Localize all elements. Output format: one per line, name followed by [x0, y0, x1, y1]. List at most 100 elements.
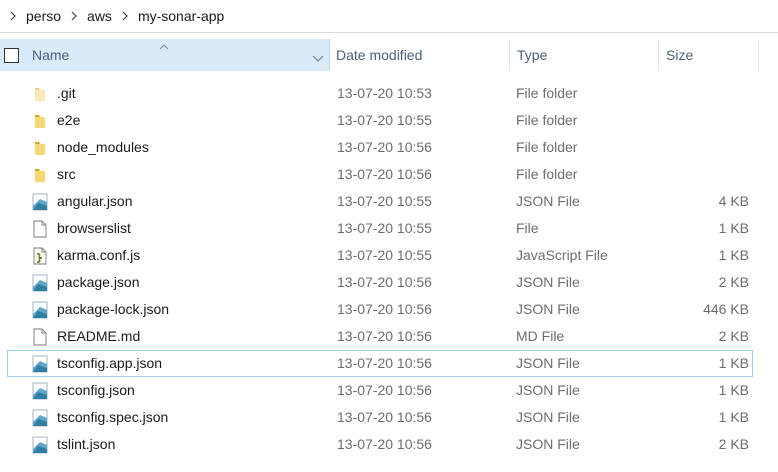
breadcrumb-item-my-sonar-app[interactable]: my-sonar-app	[132, 6, 230, 26]
file-date-modified: 13-07-20 10:56	[337, 328, 432, 344]
file-type: JSON File	[516, 301, 580, 317]
file-date-modified: 13-07-20 10:55	[337, 112, 432, 128]
chevron-right-icon[interactable]	[118, 6, 132, 26]
file-date-modified: 13-07-20 10:56	[337, 436, 432, 452]
file-name: package.json	[57, 274, 140, 290]
file-row[interactable]: tsconfig.json 13-07-20 10:56 JSON File 1 KB	[0, 377, 778, 404]
file-date-modified: 13-07-20 10:55	[337, 247, 432, 263]
file-date-modified: 13-07-20 10:53	[337, 85, 432, 101]
file-type: JSON File	[516, 382, 580, 398]
file-name: node_modules	[57, 139, 149, 155]
file-name: browserslist	[57, 220, 131, 236]
file-date-modified: 13-07-20 10:56	[337, 409, 432, 425]
file-size: 1 KB	[718, 355, 749, 371]
file-size: 1 KB	[718, 409, 749, 425]
file-size: 2 KB	[718, 328, 749, 344]
file-row[interactable]: tslint.json 13-07-20 10:56 JSON File 2 KB	[0, 431, 778, 458]
file-row[interactable]: src 13-07-20 10:56 File folder	[0, 161, 778, 188]
json-file-icon	[30, 273, 50, 293]
json-file-icon	[30, 381, 50, 401]
json-file-icon	[30, 300, 50, 320]
column-header-name[interactable]: Name	[0, 39, 330, 71]
column-header-date-modified[interactable]: Date modified	[330, 39, 510, 71]
file-row[interactable]: tsconfig.spec.json 13-07-20 10:56 JSON Fil…	[0, 404, 778, 431]
column-header-size-label: Size	[666, 47, 694, 63]
file-name: .git	[57, 85, 76, 101]
column-header-type[interactable]: Type	[510, 39, 659, 71]
file-date-modified: 13-07-20 10:56	[337, 274, 432, 290]
file-row[interactable]: .git 13-07-20 10:53 File folder	[0, 80, 778, 107]
file-type: MD File	[516, 328, 565, 344]
file-name: karma.conf.js	[57, 247, 141, 263]
file-size: 446 KB	[703, 301, 749, 317]
json-file-icon	[30, 408, 50, 428]
file-name: README.md	[57, 328, 141, 344]
column-header-size[interactable]: Size	[659, 39, 759, 71]
file-size: 1 KB	[718, 247, 749, 263]
blank-file-icon	[30, 219, 50, 239]
file-date-modified: 13-07-20 10:56	[337, 382, 432, 398]
file-row[interactable]: package.json 13-07-20 10:56 JSON File 2 KB	[0, 269, 778, 296]
column-header-date-label: Date modified	[336, 47, 423, 63]
breadcrumb-item-aws[interactable]: aws	[81, 6, 118, 26]
chevron-down-icon[interactable]	[312, 50, 324, 62]
file-date-modified: 13-07-20 10:56	[337, 166, 432, 182]
folder-icon	[30, 138, 50, 158]
folder-icon	[30, 84, 50, 104]
file-type: JSON File	[516, 274, 580, 290]
file-type: JSON File	[516, 409, 580, 425]
breadcrumb-item-perso[interactable]: perso	[20, 6, 67, 26]
column-header-type-label: Type	[517, 47, 548, 63]
file-row[interactable]: node_modules 13-07-20 10:56 File folder	[0, 134, 778, 161]
file-date-modified: 13-07-20 10:55	[337, 193, 432, 209]
script-file-icon	[30, 246, 50, 266]
file-size: 4 KB	[718, 193, 749, 209]
chevron-right-icon[interactable]	[67, 6, 81, 26]
file-type: JSON File	[516, 355, 580, 371]
file-row[interactable]: package-lock.json 13-07-20 10:56 JSON File…	[0, 296, 778, 323]
file-list: .git 13-07-20 10:53 File folder e2e 13-07-2…	[0, 80, 778, 458]
blank-file-icon	[30, 327, 50, 347]
chevron-right-icon[interactable]	[6, 6, 20, 26]
file-type: File folder	[516, 166, 578, 182]
file-name: e2e	[57, 112, 81, 128]
file-type: File folder	[516, 139, 578, 155]
select-all-checkbox[interactable]	[4, 48, 19, 63]
file-name: tsconfig.json	[57, 382, 135, 398]
file-row[interactable]: browserslist 13-07-20 10:55 File 1 KB	[0, 215, 778, 242]
file-row[interactable]: tsconfig.app.json 13-07-20 10:56 JSON File…	[0, 350, 778, 377]
file-row[interactable]: angular.json 13-07-20 10:55 JSON File 4 KB	[0, 188, 778, 215]
file-date-modified: 13-07-20 10:56	[337, 301, 432, 317]
sort-ascending-icon	[159, 38, 169, 50]
breadcrumb: perso aws my-sonar-app	[0, 0, 778, 33]
json-file-icon	[30, 435, 50, 455]
file-type: File folder	[516, 85, 578, 101]
file-type: JavaScript File	[516, 247, 608, 263]
file-name: angular.json	[57, 193, 133, 209]
file-size: 1 KB	[718, 382, 749, 398]
file-name: package-lock.json	[57, 301, 170, 317]
file-name: tsconfig.app.json	[57, 355, 163, 371]
json-file-icon	[30, 192, 50, 212]
file-row[interactable]: karma.conf.js 13-07-20 10:55 JavaScript Fi…	[0, 242, 778, 269]
file-date-modified: 13-07-20 10:56	[337, 355, 432, 371]
file-row[interactable]: e2e 13-07-20 10:55 File folder	[0, 107, 778, 134]
column-header-row: Name Date modified Type Size	[0, 39, 778, 71]
file-type: JSON File	[516, 436, 580, 452]
folder-icon	[30, 111, 50, 131]
folder-icon	[30, 165, 50, 185]
file-type: JSON File	[516, 193, 580, 209]
file-row[interactable]: README.md 13-07-20 10:56 MD File 2 KB	[0, 323, 778, 350]
file-type: File	[516, 220, 539, 236]
file-size: 2 KB	[718, 436, 749, 452]
file-name: tslint.json	[57, 436, 116, 452]
file-date-modified: 13-07-20 10:55	[337, 220, 432, 236]
file-type: File folder	[516, 112, 578, 128]
file-size: 2 KB	[718, 274, 749, 290]
column-header-name-label: Name	[32, 47, 70, 63]
json-file-icon	[30, 354, 50, 374]
file-date-modified: 13-07-20 10:56	[337, 139, 432, 155]
file-name: tsconfig.spec.json	[57, 409, 169, 425]
file-size: 1 KB	[718, 220, 749, 236]
file-name: src	[57, 166, 76, 182]
